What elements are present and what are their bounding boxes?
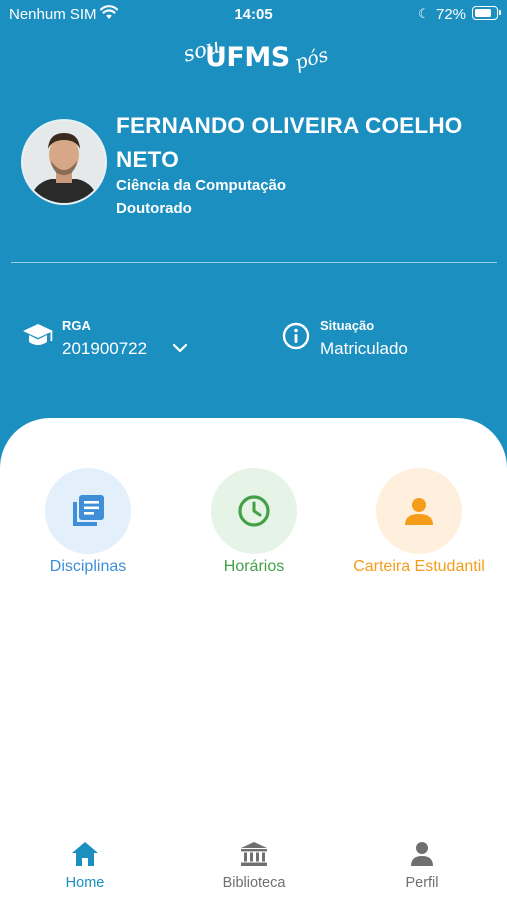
shortcut-carteira-estudantil[interactable]: Carteira Estudantil xyxy=(339,468,499,576)
tab-label: Biblioteca xyxy=(222,875,286,891)
battery-icon xyxy=(472,6,501,20)
student-name: FERNANDO OLIVEIRA COELHO NETO xyxy=(116,113,463,172)
shortcut-horarios[interactable]: Horários xyxy=(174,468,334,576)
person-icon[interactable] xyxy=(376,468,462,554)
shortcut-label: Disciplinas xyxy=(49,558,127,575)
tab-biblioteca[interactable]: Biblioteca xyxy=(189,840,319,891)
shortcut-disciplinas[interactable]: Disciplinas xyxy=(8,468,168,576)
degree-level: Doutorado xyxy=(116,200,192,217)
rga-label: RGA xyxy=(62,318,91,333)
avatar xyxy=(21,119,107,205)
clock-icon[interactable] xyxy=(211,468,297,554)
status-bar: Nenhum SIM 14:05 ☾ 72% xyxy=(0,0,507,28)
clock-time: 14:05 xyxy=(234,6,273,23)
app-logo: sou UFMS pós xyxy=(180,30,331,82)
header-divider xyxy=(11,262,497,263)
tab-label: Home xyxy=(65,875,105,891)
moon-icon: ☾ xyxy=(418,6,430,21)
bottom-tab-bar: Home Biblioteca Perfil xyxy=(0,830,507,900)
chevron-down-icon[interactable] xyxy=(172,341,188,359)
library-icon xyxy=(239,842,269,872)
graduation-cap-icon xyxy=(22,323,54,354)
tab-perfil[interactable]: Perfil xyxy=(357,840,487,891)
shortcut-label: Horários xyxy=(223,558,285,575)
shortcut-label: Carteira Estudantil xyxy=(353,558,485,575)
situation-label: Situação xyxy=(320,318,375,333)
course-name: Ciência da Computação xyxy=(116,177,287,194)
logo-ufms: UFMS xyxy=(205,42,290,73)
home-icon xyxy=(70,842,100,872)
logo-pos: pós xyxy=(292,43,331,75)
situation-value: Matriculado xyxy=(320,339,408,358)
book-list-icon[interactable] xyxy=(45,468,131,554)
info-icon xyxy=(282,322,310,355)
tab-label: Perfil xyxy=(405,875,439,891)
rga-value[interactable]: 201900722 xyxy=(62,339,147,359)
person-icon xyxy=(408,842,436,872)
tab-home[interactable]: Home xyxy=(20,840,150,891)
battery-percentage: 72% xyxy=(436,6,467,23)
